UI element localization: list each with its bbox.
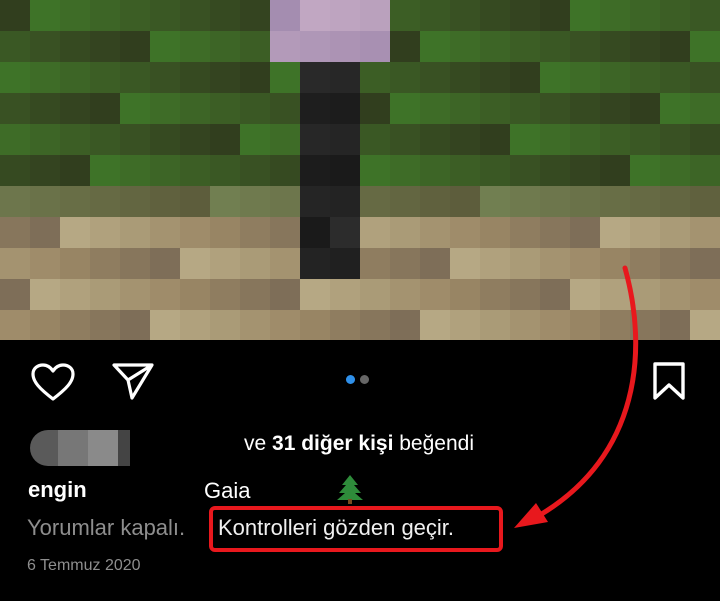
annotation-arrow [514, 265, 639, 528]
